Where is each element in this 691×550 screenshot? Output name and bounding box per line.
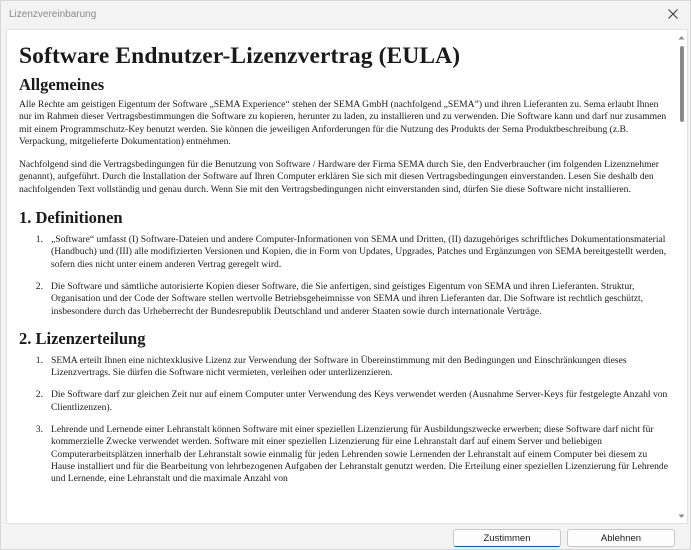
list-item-number: 3.: [35, 424, 43, 436]
list-item-text: Die Software und sämtliche autorisierte …: [51, 280, 644, 317]
license-dialog: Lizenzvereinbarung Software Endnutzer-Li…: [0, 0, 691, 550]
list-item-text: „Software“ umfasst (I) Software-Dateien …: [51, 234, 667, 270]
title-bar: Lizenzvereinbarung: [1, 1, 690, 27]
license-text-panel[interactable]: Software Endnutzer-Lizenzvertrag (EULA) …: [6, 29, 688, 524]
chevron-down-icon: [678, 514, 684, 518]
list-item-number: 2.: [35, 280, 43, 292]
close-button[interactable]: [656, 1, 690, 27]
license-document: Software Endnutzer-Lizenzvertrag (EULA) …: [7, 30, 675, 496]
list-item: 1. „Software“ umfasst (I) Software-Datei…: [19, 234, 670, 271]
decline-button[interactable]: Ablehnen: [567, 529, 675, 547]
list-item-number: 1.: [35, 354, 43, 366]
list-item-text: Lehrende und Lernende einer Lehranstalt …: [51, 424, 668, 485]
list-item-number: 1.: [35, 234, 43, 246]
list-item-number: 2.: [35, 389, 43, 401]
document-title: Software Endnutzer-Lizenzvertrag (EULA): [19, 43, 461, 69]
list-item: 1. SEMA erteilt Ihnen eine nichtexklusiv…: [19, 355, 670, 380]
general-paragraph: Nachfolgend sind die Vertragsbedingungen…: [19, 159, 660, 195]
list-item: 2. Die Software darf zur gleichen Zeit n…: [19, 389, 670, 414]
scroll-down-button[interactable]: [675, 511, 687, 521]
chevron-up-icon: [678, 35, 684, 39]
general-heading: Allgemeines: [19, 75, 105, 94]
close-icon: [668, 9, 678, 19]
list-item-text: SEMA erteilt Ihnen eine nichtexklusive L…: [51, 354, 627, 379]
section-heading-license-grant: 2. Lizenzerteilung: [19, 328, 146, 348]
general-paragraph: Alle Rechte am geistigen Eigentum der So…: [19, 99, 667, 147]
dialog-footer: Zustimmen Ablehnen: [1, 525, 690, 550]
list-item-text: Die Software darf zur gleichen Zeit nur …: [51, 389, 668, 413]
section-heading-definitions: 1. Definitionen: [19, 208, 123, 228]
list-item: 2. Die Software und sämtliche autorisier…: [19, 281, 670, 318]
vertical-scrollbar[interactable]: [675, 30, 687, 523]
accept-button[interactable]: Zustimmen: [453, 529, 561, 547]
license-grant-list: 1. SEMA erteilt Ihnen eine nichtexklusiv…: [19, 355, 670, 486]
scroll-up-button[interactable]: [675, 32, 687, 42]
window-title: Lizenzvereinbarung: [9, 8, 97, 20]
list-item: 3. Lehrende und Lernende einer Lehransta…: [19, 424, 670, 485]
definitions-list: 1. „Software“ umfasst (I) Software-Datei…: [19, 234, 670, 318]
scroll-thumb[interactable]: [680, 46, 684, 122]
